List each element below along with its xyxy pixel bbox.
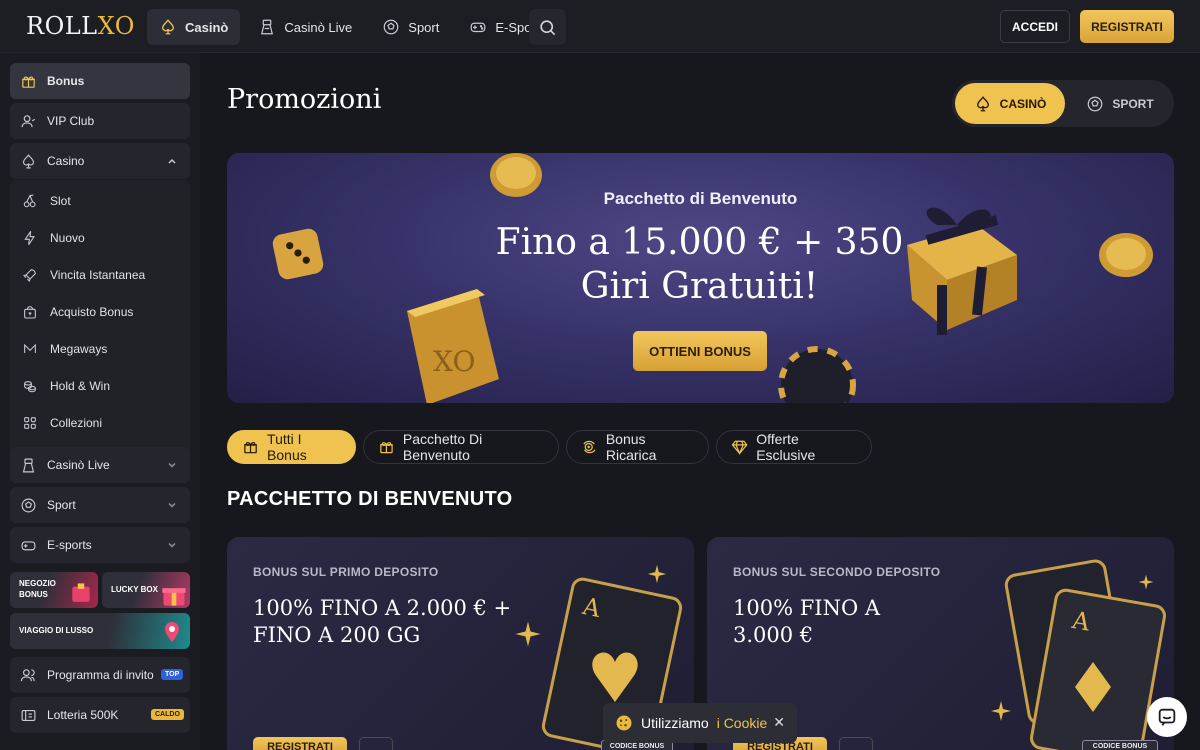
cherry-icon [23,194,36,208]
lucky-box-card[interactable]: LUCKY BOX [102,572,190,608]
bonus-shop-card[interactable]: NEGOZIO BONUS [10,572,98,608]
get-bonus-button[interactable]: OTTIENI BONUS [633,331,767,371]
gamepad-icon [471,22,486,33]
luxury-travel-card[interactable]: VIAGGIO DI LUSSO [10,613,190,649]
ticket-icon [21,709,36,721]
card-kicker: BONUS SUL SECONDO DEPOSITO [733,565,941,579]
sparkle-icon [991,701,1011,721]
gift-bag-icon [72,583,90,602]
shopping-bag-icon [24,306,36,319]
soccer-ball-icon [21,498,36,512]
cookie-link[interactable]: i Cookie [717,715,768,731]
search-button[interactable] [529,9,566,45]
cookie-banner: Utilizziamo i Cookie ✕ [603,703,797,743]
chevron-down-icon [168,542,176,548]
filter-welcome-package[interactable]: Pacchetto Di Benvenuto [363,430,559,464]
card-register-button[interactable]: REGISTRATI [253,737,347,750]
rollxo-logo[interactable]: ROLLXO [26,12,135,40]
diamond-icon [731,440,748,456]
filter-exclusive-offers[interactable]: Offerte Esclusive [716,430,872,464]
bonus-code-tag: CODICE BONUS [1082,740,1158,750]
megaways-icon [24,343,36,353]
sparkle-icon [647,564,667,584]
sidebar-item-sport[interactable]: Sport [10,487,190,523]
chevron-up-icon [168,158,176,164]
soccer-ball-icon [1087,96,1103,111]
gamepad-icon [21,540,36,550]
card-kicker: BONUS SUL PRIMO DEPOSITO [253,565,439,579]
lucky-box-icon [162,588,186,606]
sidebar-item-lottery[interactable]: Lotteria 500K CALDO [10,697,190,733]
top-badge: TOP [161,669,184,680]
toggle-casino[interactable]: CASINÒ [955,83,1065,124]
spade-icon [976,95,989,111]
coins-icon [24,381,36,393]
sparkle-icon [1138,574,1154,590]
rocket-icon [23,269,36,282]
reload-bonus-icon [583,440,596,454]
sidebar-item-bonus[interactable]: Bonus [10,63,190,99]
nav-casino[interactable]: Casinò [147,9,241,45]
nav-casino-live[interactable]: Casinò Live [246,9,364,45]
sparkle-icon [515,621,541,647]
welcome-banner: XO Pacchetto di Benvenuto Fino a 15.000 … [227,153,1174,403]
card-info-button[interactable] [359,737,393,750]
close-icon[interactable]: ✕ [773,714,785,731]
chat-icon [1158,708,1176,726]
nav-sport[interactable]: Sport [370,9,451,45]
submenu-slot[interactable]: Slot [22,187,71,215]
cookie-icon [616,715,632,731]
sidebar-item-casino-live[interactable]: Casinò Live [10,447,190,483]
filter-reload-bonus[interactable]: Bonus Ricarica [566,430,709,464]
sidebar: Bonus VIP Club Casino Slot Nuovo Vincita… [0,53,200,750]
banner-title: Fino a 15.000 € + 350 Giri Gratuiti! [495,222,904,307]
chevron-down-icon [168,502,176,508]
submenu-instant-win[interactable]: Vincita Istantanea [22,261,145,289]
map-pin-icon [165,622,179,642]
main-nav: Casinò Casinò Live Sport E-Sports [147,9,558,45]
chevron-down-icon [168,462,176,468]
card-info-button[interactable] [839,737,873,750]
casino-submenu: Slot Nuovo Vincita Istantanea Acquisto B… [10,180,190,480]
page-title: Promozioni [227,84,382,115]
banner-kicker: Pacchetto di Benvenuto [603,189,798,208]
search-icon [540,19,556,35]
soccer-ball-icon [383,19,399,35]
spade-icon [22,153,35,168]
gift-icon [22,76,35,88]
svg-text:XO: XO [433,345,475,378]
poker-chip-icon [778,346,856,403]
casino-sport-toggle: CASINÒ SPORT [952,80,1174,127]
login-button[interactable]: ACCEDI [1000,10,1070,43]
lightning-icon [24,231,35,245]
submenu-bonus-buy[interactable]: Acquisto Bonus [22,298,133,326]
toggle-sport[interactable]: SPORT [1072,83,1168,124]
filter-all-bonuses[interactable]: Tutti I Bonus [227,430,356,464]
spade-icon [162,19,174,35]
card-title: 100% FINO A 2.000 € + FINO A 200 GG [253,596,512,647]
dealer-icon [261,19,274,35]
submenu-new[interactable]: Nuovo [22,224,85,252]
vip-user-icon [21,114,36,127]
register-button[interactable]: REGISTRATI [1080,10,1174,43]
hot-badge: CALDO [151,709,184,720]
gift-icon [380,442,393,454]
top-navigation-bar: ROLLXO Casinò Casinò Live Sport E-Sports… [0,0,1200,53]
gold-coin-icon [1099,233,1153,277]
dealer-icon [22,458,35,472]
card-title: 100% FINO A 3.000 € [733,596,881,647]
gift-icon [244,442,257,454]
grid-icon [24,417,36,429]
section-title: PACCHETTO DI BENVENUTO [227,488,513,510]
submenu-hold-win[interactable]: Hold & Win [22,372,110,400]
sidebar-item-vip[interactable]: VIP Club [10,103,190,139]
submenu-collections[interactable]: Collezioni [22,409,102,437]
sidebar-item-referral[interactable]: Programma di invito TOP [10,657,190,693]
sidebar-item-casino[interactable]: Casino [10,143,190,179]
chat-launcher-button[interactable] [1147,697,1187,737]
sidebar-item-esports[interactable]: E-sports [10,527,190,563]
dice-icon [272,228,324,280]
users-icon [20,668,35,681]
submenu-megaways[interactable]: Megaways [22,335,107,363]
